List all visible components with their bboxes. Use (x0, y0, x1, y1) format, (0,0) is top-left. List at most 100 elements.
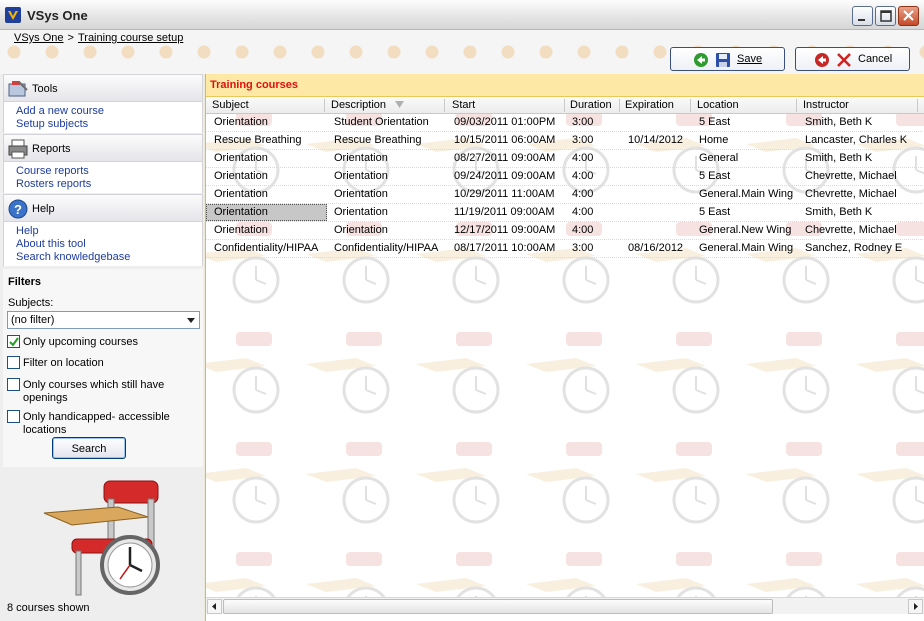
cell-start: 08/17/2011 10:00AM (454, 242, 556, 254)
save-arrow-icon (694, 53, 708, 67)
cell-expiration: 10/14/2012 (628, 134, 684, 146)
subjects-label: Subjects: (8, 297, 54, 309)
cell-expiration: 08/16/2012 (628, 242, 684, 254)
cell-location: General.New Wing (699, 224, 792, 236)
svg-text:?: ? (14, 202, 22, 217)
cell-instructor: Chevrette, Michael (805, 170, 897, 182)
table-row[interactable]: Orientation Student Orientation 09/03/20… (206, 114, 924, 132)
column-header-subject[interactable]: Subject (212, 99, 249, 111)
cell-description: Orientation (334, 188, 388, 200)
cell-duration: 3:00 (572, 116, 594, 128)
column-separator[interactable] (564, 99, 565, 112)
table-row[interactable]: Orientation Orientation 09/24/2011 09:00… (206, 168, 924, 186)
help-section-title: Help (32, 203, 55, 215)
table-row-selected[interactable]: Orientation Orientation 11/19/2011 09:00… (206, 204, 924, 222)
scroll-left-icon (212, 603, 216, 610)
cell-instructor: Chevrette, Michael (805, 224, 897, 236)
scroll-thumb[interactable] (223, 599, 773, 614)
cell-start: 09/24/2011 09:00AM (454, 170, 556, 182)
cell-description: Orientation (334, 152, 388, 164)
cell-subject: Orientation (214, 116, 268, 128)
cell-instructor: Smith, Beth K (805, 152, 873, 164)
cell-duration: 3:00 (572, 242, 594, 254)
title-bar: VSys One (0, 0, 924, 30)
cell-start: 10/29/2011 11:00AM (454, 188, 555, 200)
cell-instructor: Smith, Beth K (805, 116, 873, 128)
add-new-course-link[interactable]: Add a new course (16, 105, 104, 117)
handicapped-checkbox[interactable] (7, 410, 20, 423)
column-header-description[interactable]: Description (331, 99, 386, 111)
column-separator[interactable] (796, 99, 797, 112)
course-reports-link[interactable]: Course reports (16, 165, 89, 177)
rosters-reports-link[interactable]: Rosters reports (16, 178, 91, 190)
tools-section-header[interactable]: Tools (3, 74, 203, 102)
subjects-select[interactable]: (no filter) (7, 311, 200, 329)
filter-location-label: Filter on location (23, 357, 104, 369)
save-button[interactable]: Save (670, 47, 785, 71)
column-separator[interactable] (324, 99, 325, 112)
filter-location-checkbox[interactable] (7, 356, 20, 369)
reports-section-header[interactable]: Reports (3, 134, 203, 162)
cell-duration: 4:00 (572, 224, 594, 236)
scroll-right-button[interactable] (908, 599, 923, 614)
scroll-left-button[interactable] (207, 599, 222, 614)
table-row[interactable]: Confidentiality/HIPAA Confidentiality/HI… (206, 240, 924, 258)
breadcrumb-current-link[interactable]: Training course setup (78, 32, 183, 44)
header-strip: VSys One > Training course setup Save Canc… (0, 30, 924, 74)
search-knowledgebase-link[interactable]: Search knowledgebase (16, 251, 130, 263)
column-separator[interactable] (917, 99, 918, 112)
cell-location: Home (699, 134, 729, 146)
only-upcoming-checkbox[interactable] (7, 335, 20, 348)
column-separator[interactable] (444, 99, 445, 112)
panel-title-bar: Training courses (206, 74, 924, 97)
cell-instructor: Chevrette, Michael (805, 188, 897, 200)
about-tool-link[interactable]: About this tool (16, 238, 86, 250)
courses-panel: Training courses Subject Description Sta… (205, 74, 924, 621)
printer-icon (8, 139, 28, 159)
cell-description: Orientation (334, 170, 388, 182)
column-header-instructor[interactable]: Instructor (803, 99, 849, 111)
openings-checkbox[interactable] (7, 378, 20, 391)
column-separator[interactable] (690, 99, 691, 112)
cell-location: 5 East (699, 170, 731, 182)
cell-location: General.Main Wing (699, 242, 794, 254)
setup-subjects-link[interactable]: Setup subjects (16, 118, 88, 130)
column-separator[interactable] (619, 99, 620, 112)
table-row[interactable]: Orientation Orientation 08/27/2011 09:00… (206, 150, 924, 168)
search-button[interactable]: Search (52, 437, 126, 459)
column-header-duration[interactable]: Duration (570, 99, 612, 111)
cell-subject: Orientation (214, 170, 268, 182)
cancel-button[interactable]: Cancel (795, 47, 910, 71)
handicapped-label: Only handicapped- accessible locations (23, 411, 170, 436)
cell-subject: Confidentiality/HIPAA (214, 242, 319, 254)
close-icon (903, 10, 914, 21)
cell-duration: 4:00 (572, 206, 594, 218)
sort-arrow-icon (395, 101, 404, 108)
column-header-expiration[interactable]: Expiration (625, 99, 674, 111)
sidebar: Tools Add a new course Setup subjects Re… (0, 74, 204, 621)
breadcrumb-home-link[interactable]: VSys One (14, 32, 64, 44)
table-row[interactable]: Rescue Breathing Rescue Breathing 10/15/… (206, 132, 924, 150)
cell-instructor: Lancaster, Charles K (805, 134, 908, 146)
table-row[interactable]: Orientation Orientation 12/17/2011 09:00… (206, 222, 924, 240)
cancel-arrow-icon (815, 53, 829, 67)
horizontal-scrollbar[interactable] (206, 597, 924, 614)
breadcrumb-separator: > (67, 32, 74, 44)
maximize-icon (880, 10, 892, 22)
column-header-start[interactable]: Start (452, 99, 475, 111)
minimize-button[interactable] (852, 6, 873, 26)
column-header-location[interactable]: Location (697, 99, 739, 111)
maximize-button[interactable] (875, 6, 896, 26)
tools-section-title: Tools (32, 83, 58, 95)
close-button[interactable] (898, 6, 919, 26)
help-section-header[interactable]: ? Help (3, 194, 203, 222)
cell-duration: 4:00 (572, 188, 594, 200)
cell-duration: 4:00 (572, 152, 594, 164)
cell-description: Student Orientation (334, 116, 429, 128)
help-link[interactable]: Help (16, 225, 39, 237)
reports-section-body: Course reports Rosters reports (3, 162, 203, 193)
cell-description: Orientation (334, 206, 388, 218)
save-label: Save (737, 53, 763, 65)
table-row[interactable]: Orientation Orientation 10/29/2011 11:00… (206, 186, 924, 204)
cell-location: General (699, 152, 739, 164)
